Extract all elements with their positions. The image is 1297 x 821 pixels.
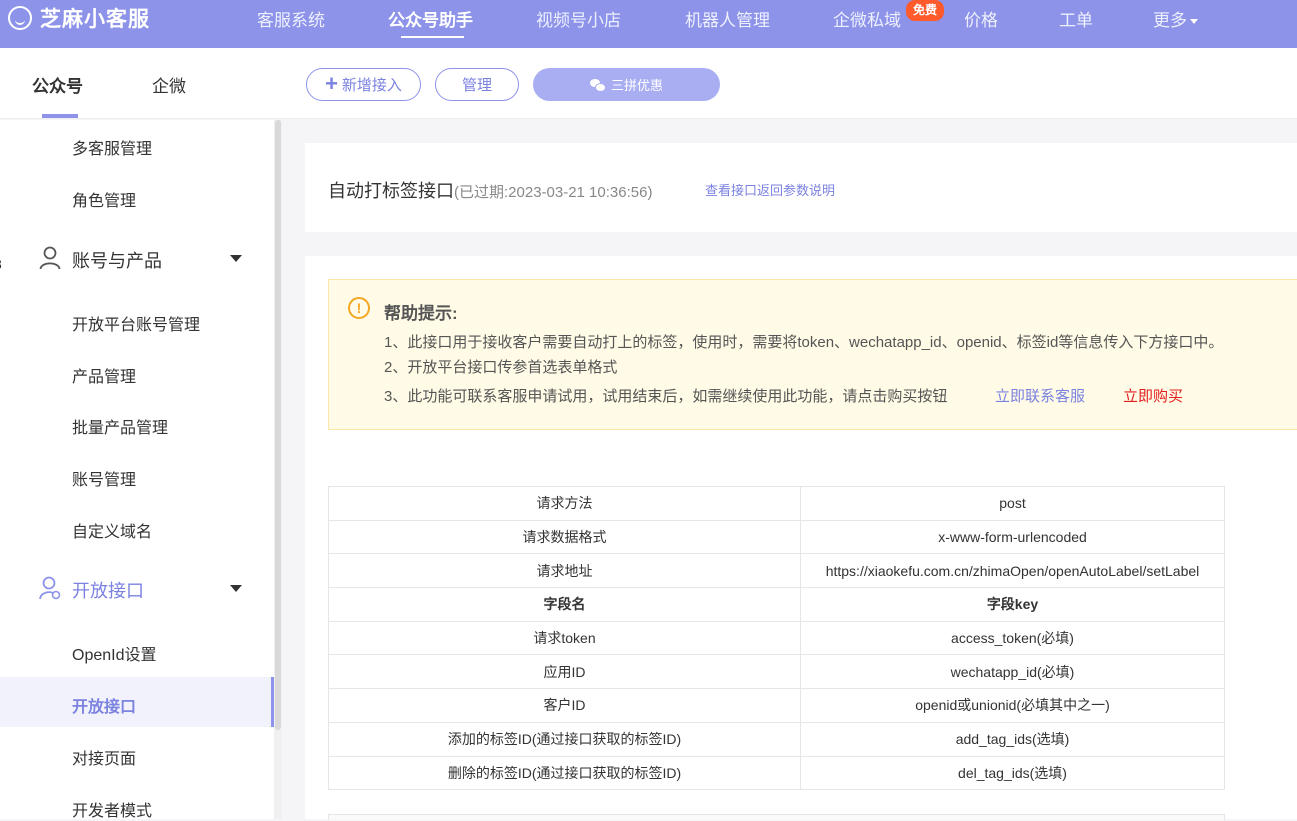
sidebar-group-account-product[interactable]: 账号与产品	[72, 247, 162, 273]
table-row: 请求token access_token(必填)	[328, 620, 1225, 656]
table-cell-field: 请求token	[328, 620, 801, 656]
sidebar-item-multi-service[interactable]: 多客服管理	[72, 135, 152, 159]
nav-item-more[interactable]: 更多	[1153, 6, 1198, 31]
sidebar-item-products[interactable]: 产品管理	[72, 363, 136, 387]
add-access-button[interactable]: + 新增接入	[306, 68, 421, 101]
table-row: 请求地址 https://xiaokefu.com.cn/zhimaOpen/op…	[328, 553, 1225, 589]
nav-item-price[interactable]: 价格	[964, 6, 998, 31]
sidebar-item-accounts[interactable]: 账号管理	[72, 466, 136, 490]
sidebar: 3 多客服管理 角色管理 账号与产品 开放平台账号管理 产品管理 批量产品管理 …	[0, 120, 282, 821]
table-row: 客户ID openid或unionid(必填其中之一)	[328, 688, 1225, 723]
nav-item-video-shop[interactable]: 视频号小店	[536, 6, 621, 31]
table-cell-value: https://xiaokefu.com.cn/zhimaOpen/openAu…	[800, 553, 1225, 589]
table-cell-field: 字段名	[328, 587, 801, 622]
sidebar-group-open-api[interactable]: 开放接口	[72, 577, 144, 603]
table-cell-value: add_tag_ids(选填)	[800, 721, 1225, 757]
sidebar-scrollbar-thumb[interactable]	[275, 120, 281, 730]
manage-button[interactable]: 管理	[435, 68, 519, 101]
promo-button[interactable]: 三拼优惠	[533, 68, 720, 101]
table-cell-value: access_token(必填)	[800, 620, 1225, 656]
help-line-1: 1、此接口用于接收客户需要自动打上的标签，使用时，需要将token、wechat…	[384, 334, 1224, 351]
logo-icon	[8, 6, 32, 30]
sub-toolbar: 公众号 企微 + 新增接入 管理 三拼优惠	[0, 48, 1297, 119]
table-cell-field: 客户ID	[328, 688, 801, 723]
next-table-edge	[328, 814, 1225, 820]
help-title: 帮助提示:	[384, 304, 458, 323]
table-cell-value: openid或unionid(必填其中之一)	[800, 688, 1225, 723]
caret-down-icon[interactable]	[230, 585, 242, 592]
table-row: 字段名 字段key	[328, 587, 1225, 622]
tab-wecom[interactable]: 企微	[152, 72, 186, 97]
table-cell-field: 请求地址	[328, 553, 801, 589]
sidebar-item-batch-products[interactable]: 批量产品管理	[72, 414, 168, 438]
api-header-card: 自动打标签接口(已过期:2023-03-21 10:36:56) 查看接口返回参…	[305, 143, 1297, 232]
api-title: 自动打标签接口	[328, 181, 454, 201]
cut-off-text: 3	[0, 256, 2, 272]
page-title: 自动打标签接口(已过期:2023-03-21 10:36:56)	[328, 177, 652, 203]
sidebar-item-developer-mode[interactable]: 开发者模式	[72, 797, 152, 821]
sidebar-item-integration-page[interactable]: 对接页面	[72, 745, 136, 769]
buy-now-link[interactable]: 立即购买	[1123, 385, 1183, 406]
nav-item-ticket[interactable]: 工单	[1059, 6, 1093, 31]
tab-active-underline	[42, 114, 78, 118]
table-cell-field: 应用ID	[328, 654, 801, 690]
table-row: 删除的标签ID(通过接口获取的标签ID) del_tag_ids(选填)	[328, 755, 1225, 791]
sidebar-item-openid-settings[interactable]: OpenId设置	[72, 641, 157, 665]
table-cell-field: 删除的标签ID(通过接口获取的标签ID)	[328, 755, 801, 791]
sidebar-item-custom-domain[interactable]: 自定义域名	[72, 518, 152, 542]
chevron-down-icon	[1190, 19, 1198, 25]
developer-icon	[39, 576, 61, 600]
nav-item-wecom-private[interactable]: 企微私域	[833, 6, 901, 31]
nav-more-label: 更多	[1153, 11, 1187, 30]
top-nav: 芝麻小客服 客服系统 公众号助手 视频号小店 机器人管理 企微私域 免费 价格 …	[0, 0, 1297, 48]
sidebar-item-roles[interactable]: 角色管理	[72, 187, 136, 211]
table-row: 请求数据格式 x-www-form-urlencoded	[328, 519, 1225, 555]
sidebar-item-open-platform-accounts[interactable]: 开放平台账号管理	[72, 311, 200, 335]
logo[interactable]: 芝麻小客服	[8, 6, 150, 31]
sidebar-item-open-api[interactable]: 开放接口	[72, 693, 136, 717]
caret-down-icon[interactable]	[230, 255, 242, 262]
help-line-3: 3、此功能可联系客服申请试用，试用结束后，如需继续使用此功能，请点击购买按钮	[384, 388, 948, 405]
wechat-icon	[589, 78, 606, 92]
api-detail-card: ! 帮助提示: 1、此接口用于接收客户需要自动打上的标签，使用时，需要将toke…	[305, 256, 1297, 820]
table-cell-field: 请求数据格式	[328, 519, 801, 555]
promo-label: 三拼优惠	[610, 78, 663, 93]
sidebar-active-highlight	[0, 677, 274, 727]
warning-icon: !	[348, 297, 370, 319]
table-cell-field: 请求方法	[328, 486, 801, 521]
help-line-2: 2、开放平台接口传参首选表单格式	[384, 359, 618, 376]
logo-text: 芝麻小客服	[40, 8, 150, 31]
table-cell-value: 字段key	[800, 587, 1225, 622]
nav-item-robot-management[interactable]: 机器人管理	[685, 6, 770, 31]
table-cell-value: post	[800, 486, 1225, 521]
table-cell-value: x-www-form-urlencoded	[800, 519, 1225, 555]
free-badge: 免费	[906, 0, 945, 21]
plus-icon: +	[325, 70, 338, 96]
nav-active-underline	[401, 36, 464, 38]
contact-service-link[interactable]: 立即联系客服	[995, 385, 1085, 406]
tab-official-account[interactable]: 公众号	[32, 72, 83, 97]
user-icon	[39, 246, 61, 270]
add-access-label: 新增接入	[341, 77, 402, 94]
nav-item-official-account[interactable]: 公众号助手	[388, 6, 473, 31]
table-cell-field: 添加的标签ID(通过接口获取的标签ID)	[328, 721, 801, 757]
view-return-params-link[interactable]: 查看接口返回参数说明	[705, 180, 835, 199]
expired-status: (已过期:2023-03-21 10:36:56)	[454, 184, 653, 201]
table-row: 添加的标签ID(通过接口获取的标签ID) add_tag_ids(选填)	[328, 721, 1225, 757]
table-cell-value: del_tag_ids(选填)	[800, 755, 1225, 791]
table-row: 应用ID wechatapp_id(必填)	[328, 654, 1225, 690]
nav-item-service-system[interactable]: 客服系统	[257, 6, 325, 31]
table-cell-value: wechatapp_id(必填)	[800, 654, 1225, 690]
help-notice: ! 帮助提示: 1、此接口用于接收客户需要自动打上的标签，使用时，需要将toke…	[328, 279, 1297, 430]
api-params-table: 请求方法 post 请求数据格式 x-www-form-urlencoded 请求地址 h…	[328, 486, 1225, 791]
table-row: 请求方法 post	[328, 486, 1225, 521]
